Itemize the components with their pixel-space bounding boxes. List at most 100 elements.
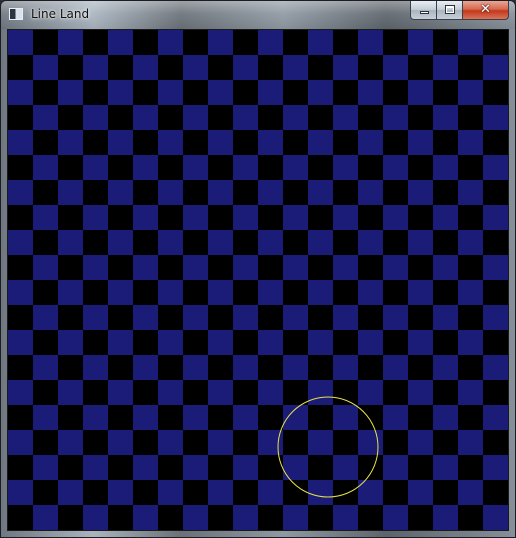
board-cell xyxy=(233,80,259,106)
board-cell xyxy=(58,330,84,356)
board-cell xyxy=(133,305,159,331)
board-cell xyxy=(133,505,159,530)
board-cell xyxy=(83,405,109,431)
minimize-icon xyxy=(420,11,429,14)
board-cell xyxy=(458,55,484,81)
board-cell xyxy=(283,505,309,530)
board-cell xyxy=(158,180,184,206)
board-cell xyxy=(433,480,459,506)
board-cell xyxy=(108,30,134,56)
app-icon[interactable] xyxy=(9,8,23,20)
board-cell xyxy=(333,380,359,406)
board-cell xyxy=(133,280,159,306)
board-cell xyxy=(208,330,234,356)
caption-buttons: ✕ xyxy=(410,1,509,20)
board-cell xyxy=(433,430,459,456)
board-cell xyxy=(108,180,134,206)
board-cell xyxy=(83,205,109,231)
board-cell xyxy=(308,405,334,431)
board-cell xyxy=(308,280,334,306)
board-cell xyxy=(233,505,259,530)
board-cell xyxy=(308,80,334,106)
board-cell xyxy=(33,430,59,456)
board-cell xyxy=(433,355,459,381)
board-cell xyxy=(258,480,284,506)
board-cell xyxy=(208,55,234,81)
board-cell xyxy=(408,255,434,281)
board-cell xyxy=(133,105,159,131)
board-cell xyxy=(83,455,109,481)
title-bar[interactable]: Line Land ✕ xyxy=(1,1,515,29)
board-cell xyxy=(358,180,384,206)
board-cell xyxy=(408,330,434,356)
board-cell xyxy=(333,355,359,381)
board-cell xyxy=(108,480,134,506)
board-cell xyxy=(258,355,284,381)
board-cell xyxy=(408,355,434,381)
board-cell xyxy=(8,480,34,506)
board-cell xyxy=(483,30,508,56)
minimize-button[interactable] xyxy=(410,1,437,20)
board-cell xyxy=(308,55,334,81)
board-cell xyxy=(258,280,284,306)
board-cell xyxy=(8,80,34,106)
board-cell xyxy=(33,305,59,331)
board-cell xyxy=(158,380,184,406)
board-cell xyxy=(433,180,459,206)
maximize-button[interactable] xyxy=(437,1,463,20)
board-cell xyxy=(183,30,209,56)
board-cell xyxy=(158,355,184,381)
board-cell xyxy=(358,430,384,456)
board-cell xyxy=(483,430,508,456)
board-cell xyxy=(308,205,334,231)
board-cell xyxy=(458,405,484,431)
board-cell xyxy=(158,430,184,456)
board-cell xyxy=(133,255,159,281)
board-cell xyxy=(483,130,508,156)
board-cell xyxy=(258,55,284,81)
board-cell xyxy=(383,305,409,331)
board-cell xyxy=(233,480,259,506)
board-cell xyxy=(408,405,434,431)
board-cell xyxy=(333,480,359,506)
board-cell xyxy=(158,255,184,281)
board-cell xyxy=(483,255,508,281)
board-cell xyxy=(483,80,508,106)
board-cell xyxy=(258,380,284,406)
board-cell xyxy=(133,355,159,381)
board-cell xyxy=(83,80,109,106)
game-canvas[interactable] xyxy=(7,29,509,531)
board-cell xyxy=(458,455,484,481)
checkerboard[interactable] xyxy=(8,30,508,530)
board-cell xyxy=(308,30,334,56)
board-cell xyxy=(408,80,434,106)
board-cell xyxy=(208,130,234,156)
board-cell xyxy=(208,305,234,331)
board-cell xyxy=(233,230,259,256)
board-cell xyxy=(283,130,309,156)
board-cell xyxy=(133,230,159,256)
board-cell xyxy=(433,505,459,530)
board-cell xyxy=(8,155,34,181)
board-cell xyxy=(358,205,384,231)
board-cell xyxy=(308,155,334,181)
board-cell xyxy=(158,205,184,231)
board-cell xyxy=(483,230,508,256)
board-cell xyxy=(408,130,434,156)
board-cell xyxy=(108,280,134,306)
board-cell xyxy=(333,30,359,56)
board-cell xyxy=(483,55,508,81)
board-cell xyxy=(283,455,309,481)
board-cell xyxy=(33,155,59,181)
board-cell xyxy=(308,355,334,381)
board-cell xyxy=(433,255,459,281)
close-button[interactable]: ✕ xyxy=(463,1,509,20)
board-cell xyxy=(183,430,209,456)
board-cell xyxy=(133,480,159,506)
board-cell xyxy=(383,455,409,481)
board-cell xyxy=(158,230,184,256)
board-cell xyxy=(58,255,84,281)
board-cell xyxy=(208,205,234,231)
board-cell xyxy=(283,55,309,81)
board-cell xyxy=(58,430,84,456)
